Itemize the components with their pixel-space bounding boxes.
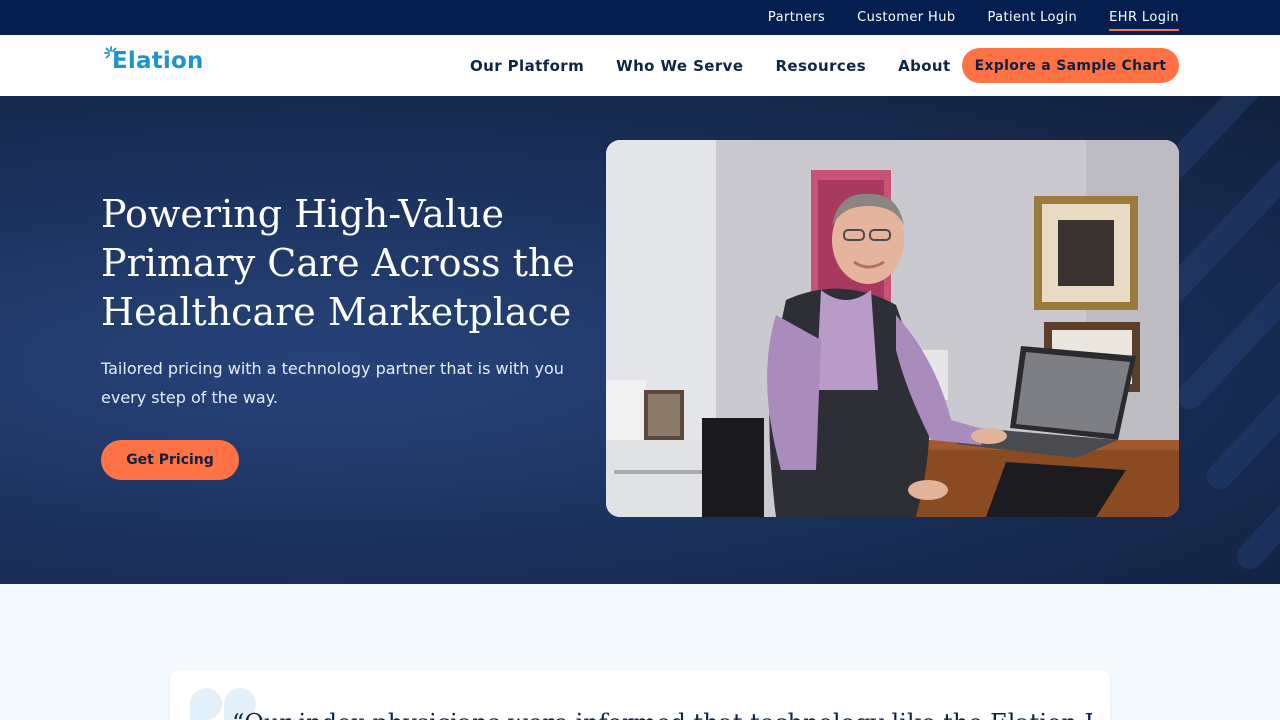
- utility-links: Partners Customer Hub Patient Login EHR …: [768, 0, 1179, 35]
- physician-at-desk-illustration: [606, 140, 1179, 517]
- utility-link-customer-hub[interactable]: Customer Hub: [857, 6, 955, 29]
- explore-sample-chart-button[interactable]: Explore a Sample Chart: [962, 48, 1179, 83]
- nav-item-our-platform[interactable]: Our Platform: [470, 57, 584, 75]
- utility-link-ehr-login[interactable]: EHR Login: [1109, 6, 1179, 31]
- testimonial-quote: “Our index physicians were informed that…: [232, 708, 1092, 720]
- nav-item-resources[interactable]: Resources: [775, 57, 866, 75]
- main-nav: Elation Our Platform Who We Serve Resour…: [0, 35, 1280, 96]
- sunburst-icon: [104, 46, 117, 59]
- hero-photo: [606, 140, 1179, 517]
- nav-item-about[interactable]: About: [898, 57, 951, 75]
- hero-section: Powering High-Value Primary Care Across …: [0, 96, 1280, 584]
- nav-item-who-we-serve[interactable]: Who We Serve: [616, 57, 743, 75]
- hero-title: Powering High-Value Primary Care Across …: [101, 192, 575, 334]
- get-pricing-button[interactable]: Get Pricing: [101, 440, 239, 480]
- hero-subtitle: Tailored pricing with a technology partn…: [101, 359, 564, 407]
- logo[interactable]: Elation: [104, 46, 204, 76]
- utility-link-patient-login[interactable]: Patient Login: [988, 6, 1078, 29]
- primary-nav: Our Platform Who We Serve Resources Abou…: [470, 35, 951, 96]
- utility-link-partners[interactable]: Partners: [768, 6, 825, 29]
- utility-bar: Partners Customer Hub Patient Login EHR …: [0, 0, 1280, 35]
- testimonial-card: “Our index physicians were informed that…: [170, 670, 1110, 720]
